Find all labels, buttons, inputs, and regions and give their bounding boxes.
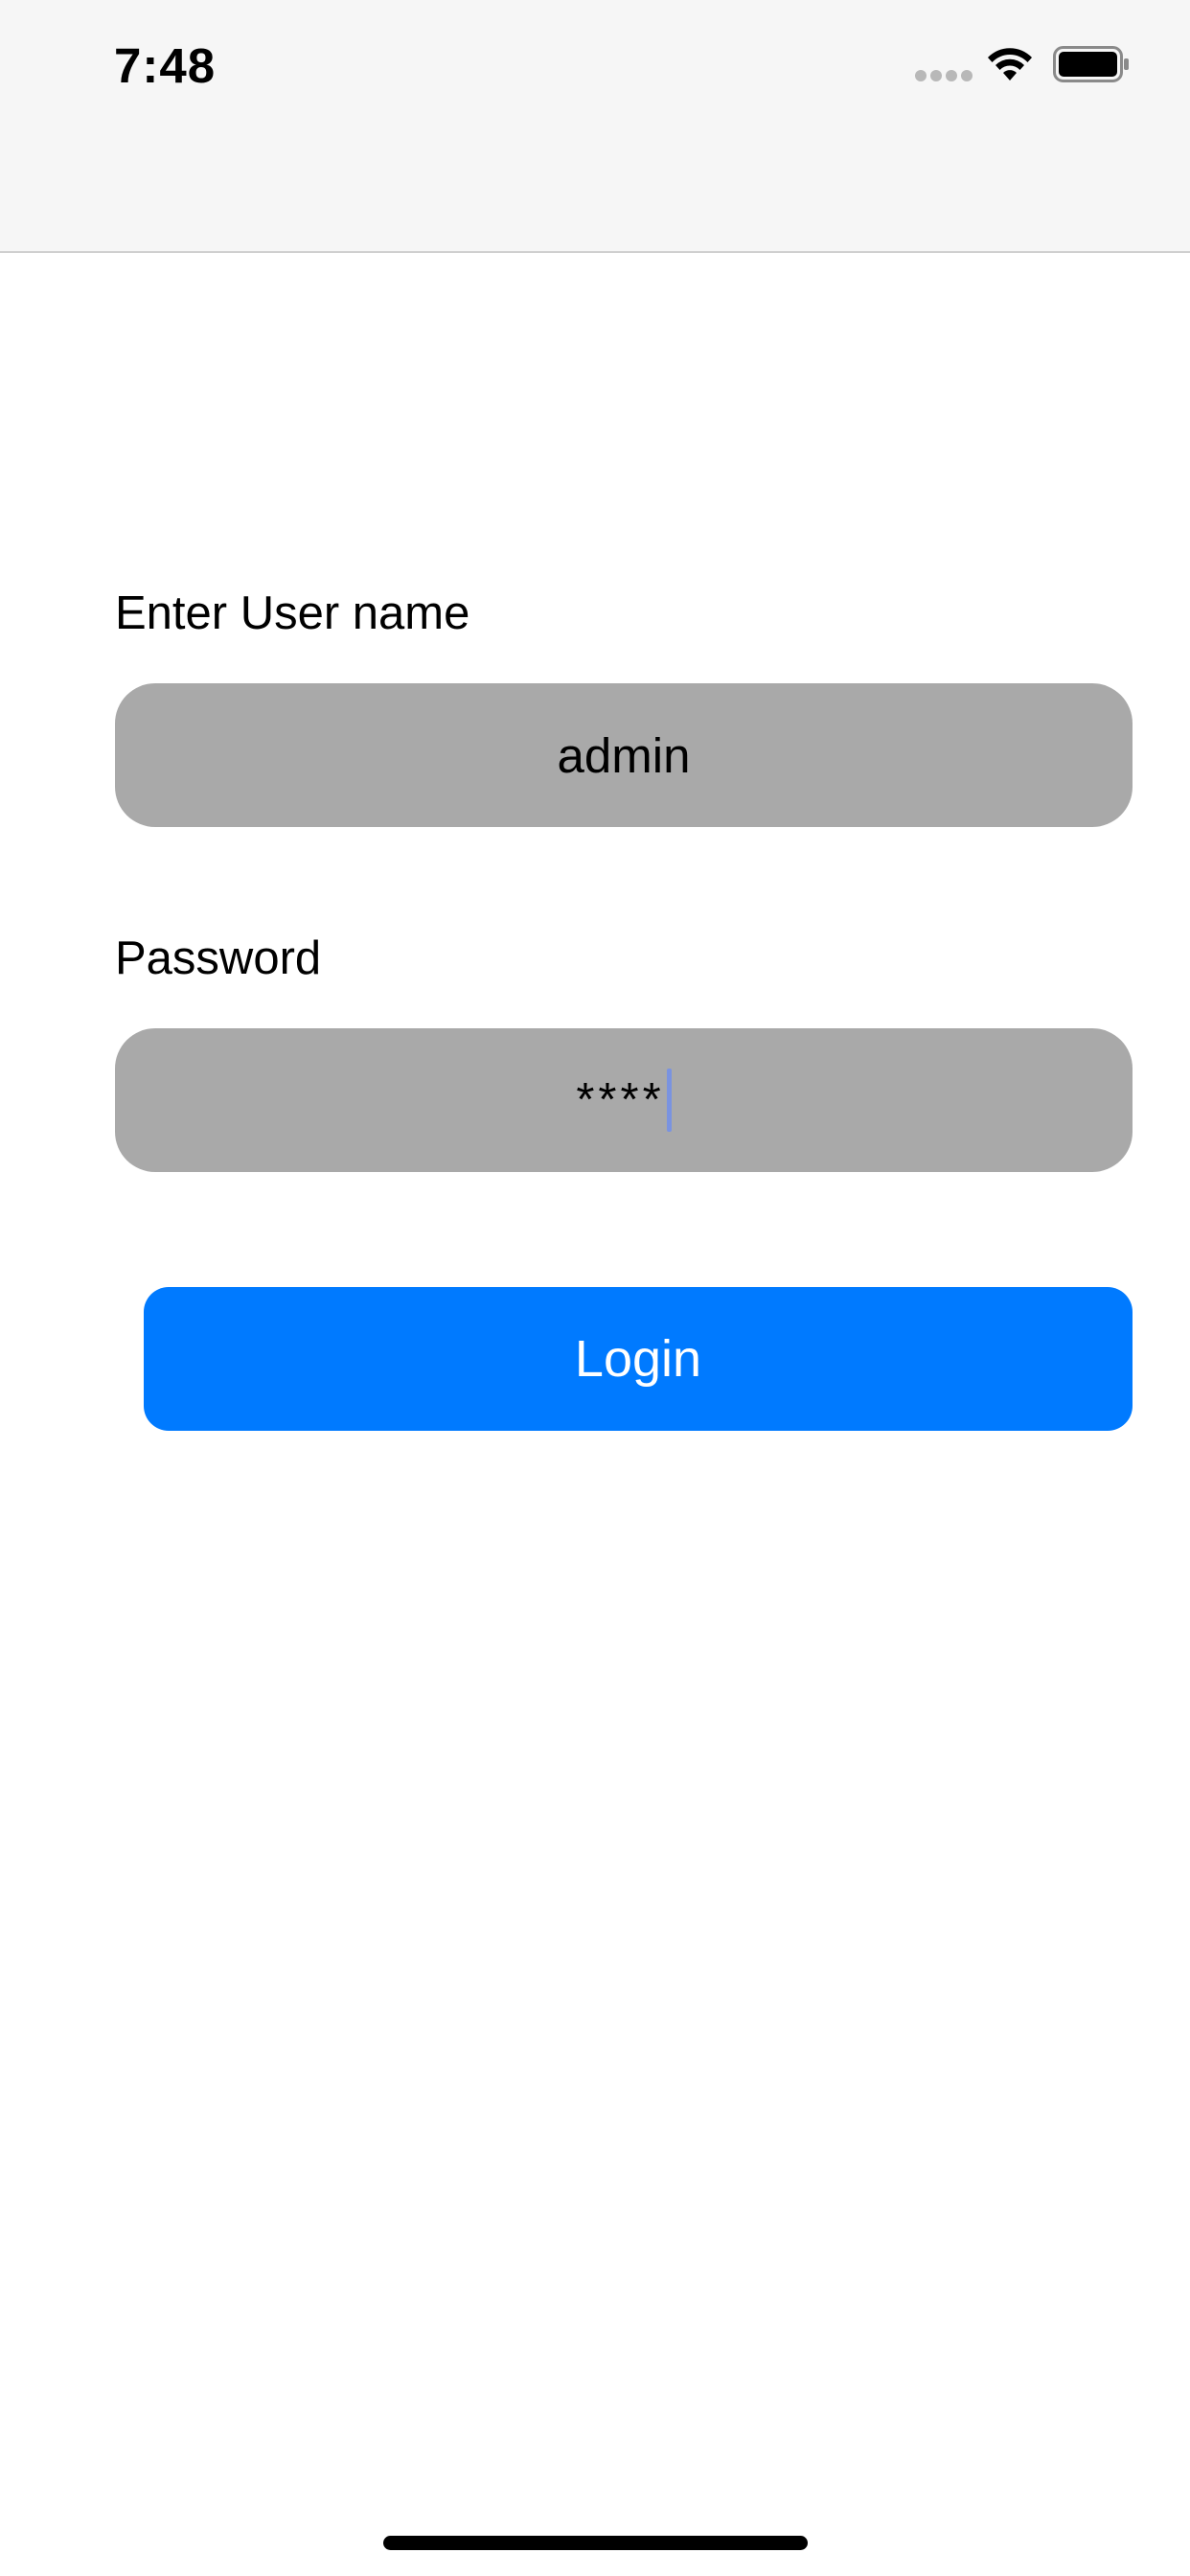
login-button[interactable]: Login	[144, 1287, 1133, 1431]
username-label: Enter User name	[115, 587, 470, 639]
password-label: Password	[115, 932, 322, 984]
username-field[interactable]: admin	[115, 683, 1133, 827]
status-navigation-bar: 7:48	[0, 0, 1190, 253]
cellular-signal-icon	[915, 70, 973, 81]
status-time: 7:48	[114, 38, 217, 93]
text-caret	[666, 1069, 672, 1132]
home-indicator[interactable]	[383, 2536, 808, 2550]
username-value: admin	[557, 727, 691, 783]
wifi-icon	[988, 48, 1032, 80]
password-field[interactable]: ****	[115, 1028, 1133, 1172]
login-screen: 7:48 Enter User name admin Password ****…	[0, 0, 1190, 2576]
password-value: ****	[576, 1074, 665, 1126]
battery-icon	[1053, 46, 1129, 82]
